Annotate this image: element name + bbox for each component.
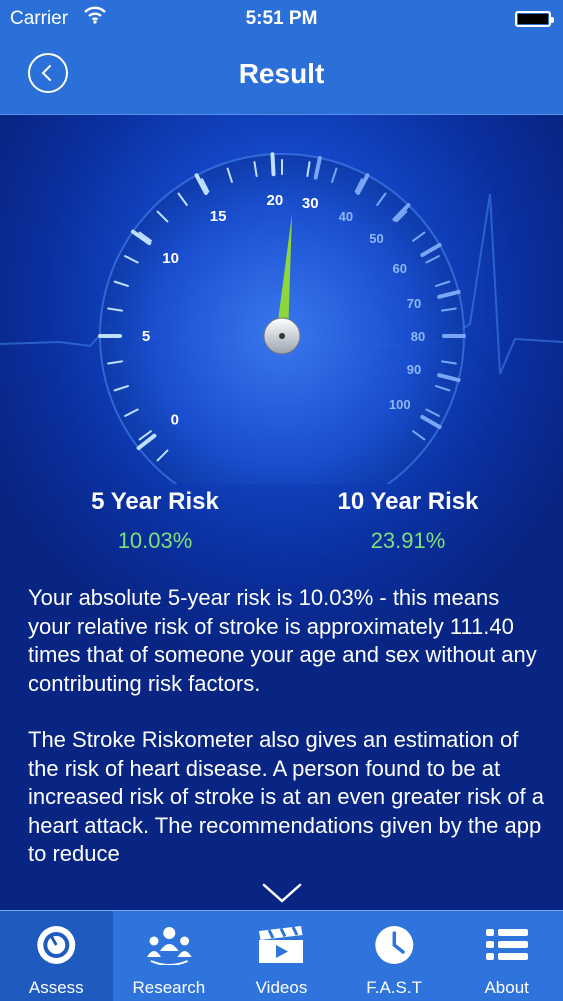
list-icon [486,929,529,960]
gauge-tick [270,152,276,177]
clock-icon [375,926,414,964]
tab-label: F.A.S.T [366,978,422,997]
navigation-bar: Result [0,38,563,115]
gauge-tick-label: 30 [302,195,319,212]
page-title: Result [238,58,325,89]
ten-year-risk-value: 23.91% [370,528,446,553]
gauge-tick-label: 70 [407,296,421,311]
tab-bar: Assess Research Videos F.A.S.T About [0,910,563,1001]
tab-about[interactable]: About [450,911,563,1001]
chevron-down-icon[interactable] [261,882,303,904]
gauge-tick-label: 5 [142,328,150,345]
description-paragraph-1: Your absolute 5-year risk is 10.03% - th… [28,585,537,696]
gauge-tick-label: 20 [267,192,284,209]
tab-label: About [484,978,529,997]
gauge-tick-label: 90 [407,362,421,377]
risk-gauge: 0 5 10 15 20 30 40 50 60 70 80 90 100 [0,152,563,484]
five-year-risk-value: 10.03% [117,528,193,553]
tab-videos[interactable]: Videos [225,911,338,1001]
five-year-risk: 5 Year Risk 10.03% [25,488,285,554]
tab-research[interactable]: Research [113,911,226,1001]
result-description[interactable]: Your absolute 5-year risk is 10.03% - th… [28,584,548,880]
ten-year-risk-label: 10 Year Risk [337,488,479,515]
gauge-tick-label: 100 [389,397,411,412]
gauge-tick-label: 40 [339,209,353,224]
gauge-tick-label: 50 [369,231,383,246]
gauge-tick-label: 60 [393,261,407,276]
gauge-tick-label: 15 [210,208,227,225]
tab-assess[interactable]: Assess [0,911,113,1001]
ten-year-risk: 10 Year Risk 23.91% [278,488,538,554]
status-bar: Carrier 5:51 PM [0,0,563,38]
gauge-icon [37,926,76,964]
tab-label: Videos [255,978,308,997]
tab-label: Assess [28,978,84,997]
clock-time: 5:51 PM [245,8,318,29]
five-year-risk-label: 5 Year Risk [91,488,219,515]
people-icon [146,927,192,965]
tab-label: Research [132,978,206,997]
gauge-tick-label: 80 [411,329,425,344]
description-paragraph-2: The Stroke Riskometer also gives an esti… [28,727,545,866]
clapperboard-icon [259,926,304,963]
tab-fast[interactable]: F.A.S.T [338,911,451,1001]
gauge-tick-label: 0 [171,412,179,429]
battery-icon [515,11,554,27]
gauge-tick-label: 10 [162,250,179,267]
